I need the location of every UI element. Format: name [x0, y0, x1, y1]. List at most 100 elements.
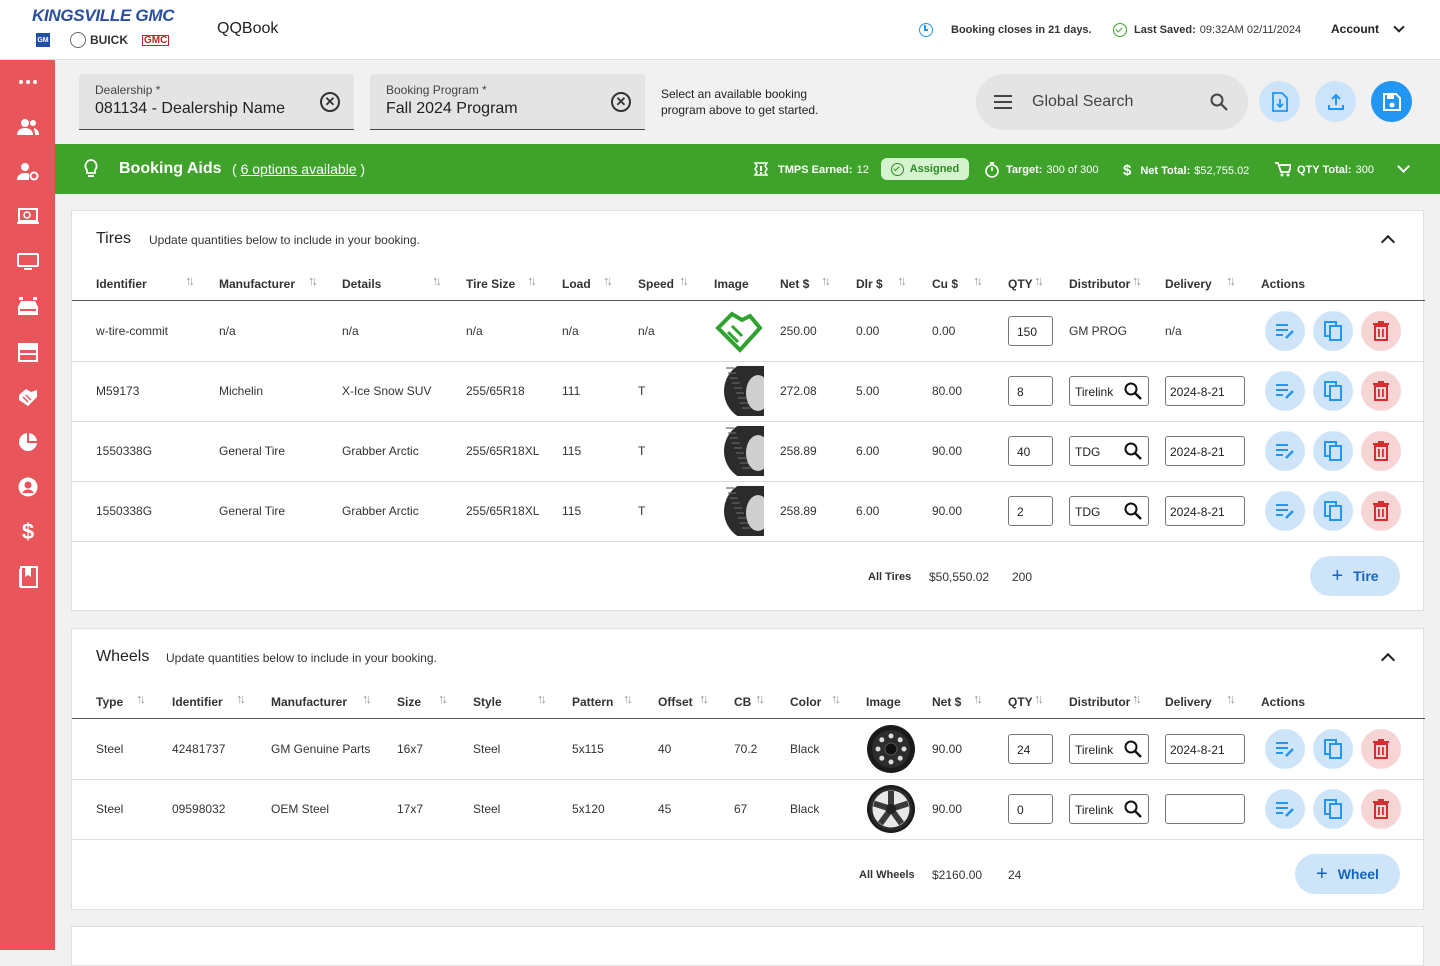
distributor-field[interactable]: Tirelink [1069, 376, 1149, 406]
clear-dealership-icon[interactable]: ✕ [320, 92, 340, 112]
users-icon[interactable] [17, 116, 39, 138]
dealership-select[interactable]: Dealership * 081134 - Dealership Name ✕ [79, 74, 354, 130]
sort-icon[interactable]: ↑↓ [821, 273, 831, 288]
column-header-actions[interactable]: Actions [1261, 695, 1305, 709]
collapse-wheels-icon[interactable] [1380, 652, 1396, 668]
booking-aids-options[interactable]: ( 6 options available ) [232, 161, 365, 177]
column-header-details[interactable]: Details [342, 277, 381, 291]
distributor-field[interactable]: Tirelink [1069, 794, 1149, 824]
delivery-date-input[interactable] [1165, 794, 1245, 824]
duplicate-button[interactable] [1313, 371, 1353, 411]
duplicate-button[interactable] [1313, 789, 1353, 829]
delete-button[interactable] [1361, 311, 1401, 351]
sort-icon[interactable]: ↑↓ [699, 691, 709, 706]
search-icon[interactable] [1124, 740, 1142, 761]
column-header-qty[interactable]: QTY [1008, 277, 1033, 291]
column-header-color[interactable]: Color [790, 695, 821, 709]
delete-button[interactable] [1361, 371, 1401, 411]
sort-icon[interactable]: ↑↓ [623, 691, 633, 706]
column-header-image[interactable]: Image [714, 277, 749, 291]
add-wheel-button[interactable]: + Wheel [1295, 854, 1400, 894]
sort-icon[interactable]: ↑↓ [897, 273, 907, 288]
global-search[interactable]: Global Search [976, 74, 1248, 130]
sort-icon[interactable]: ↑↓ [362, 691, 372, 706]
column-header-identifier[interactable]: Identifier [96, 277, 147, 291]
edit-button[interactable] [1265, 311, 1305, 351]
sort-icon[interactable]: ↑↓ [1034, 691, 1044, 706]
sort-icon[interactable]: ↑↓ [679, 273, 689, 288]
column-header-delivery[interactable]: Delivery [1165, 277, 1212, 291]
column-header-distributor[interactable]: Distributor [1069, 695, 1130, 709]
menu-icon[interactable] [994, 95, 1012, 109]
column-header-net[interactable]: Net $ [932, 695, 961, 709]
options-count[interactable]: 6 [241, 161, 249, 177]
delete-button[interactable] [1361, 491, 1401, 531]
sort-icon[interactable]: ↑↓ [1132, 691, 1142, 706]
column-header-manufacturer[interactable]: Manufacturer [271, 695, 347, 709]
clear-program-icon[interactable]: ✕ [611, 92, 631, 112]
qty-input[interactable]: 2 [1008, 496, 1053, 526]
account-menu[interactable]: Account [1331, 21, 1405, 36]
user-settings-icon[interactable] [17, 161, 39, 183]
delivery-date-input[interactable]: 2024-8-21 [1165, 496, 1245, 526]
column-header-dlr[interactable]: Dlr $ [856, 277, 883, 291]
store-icon[interactable] [17, 341, 39, 363]
global-search-input[interactable]: Global Search [1032, 93, 1133, 111]
qty-input[interactable]: 0 [1008, 794, 1053, 824]
column-header-identifier[interactable]: Identifier [172, 695, 223, 709]
distributor-field[interactable]: Tirelink [1069, 734, 1149, 764]
sort-icon[interactable]: ↑↓ [1226, 691, 1236, 706]
column-header-type[interactable]: Type [96, 695, 123, 709]
download-button[interactable] [1259, 81, 1300, 122]
book-icon[interactable] [17, 566, 39, 588]
qty-input[interactable]: 150 [1008, 316, 1053, 346]
column-header-qty[interactable]: QTY [1008, 695, 1033, 709]
delete-button[interactable] [1361, 729, 1401, 769]
sort-icon[interactable]: ↑↓ [537, 691, 547, 706]
sort-icon[interactable]: ↑↓ [755, 691, 765, 706]
duplicate-button[interactable] [1313, 491, 1353, 531]
search-icon[interactable] [1124, 502, 1142, 523]
column-header-offset[interactable]: Offset [658, 695, 693, 709]
screen-search-icon[interactable] [17, 206, 39, 228]
delivery-date-input[interactable]: 2024-8-21 [1165, 436, 1245, 466]
distributor-field[interactable]: TDG [1069, 436, 1149, 466]
column-header-net[interactable]: Net $ [780, 277, 809, 291]
save-button[interactable] [1371, 81, 1412, 122]
collapse-tires-icon[interactable] [1380, 234, 1396, 250]
sort-icon[interactable]: ↑↓ [1034, 273, 1044, 288]
distributor-field[interactable]: TDG [1069, 496, 1149, 526]
column-header-size[interactable]: Size [397, 695, 421, 709]
sort-icon[interactable]: ↑↓ [1226, 273, 1236, 288]
delete-button[interactable] [1361, 789, 1401, 829]
sort-icon[interactable]: ↑↓ [438, 691, 448, 706]
upload-button[interactable] [1315, 81, 1356, 122]
column-header-size[interactable]: Tire Size [466, 277, 515, 291]
column-header-load[interactable]: Load [562, 277, 591, 291]
column-header-manufacturer[interactable]: Manufacturer [219, 277, 295, 291]
search-icon[interactable] [1124, 442, 1142, 463]
sort-icon[interactable]: ↑↓ [527, 273, 537, 288]
add-tire-button[interactable]: + Tire [1310, 556, 1400, 596]
delivery-date-input[interactable]: 2024-8-21 [1165, 734, 1245, 764]
sort-icon[interactable]: ↑↓ [236, 691, 246, 706]
qty-input[interactable]: 40 [1008, 436, 1053, 466]
sort-icon[interactable]: ↑↓ [973, 273, 983, 288]
column-header-image[interactable]: Image [866, 695, 901, 709]
dealer-logo[interactable]: KINGSVILLE GMC GM BUICK GMC [32, 6, 182, 54]
options-link[interactable]: options available [252, 161, 356, 177]
car-icon[interactable] [17, 296, 39, 318]
delivery-date-input[interactable]: 2024-8-21 [1165, 376, 1245, 406]
edit-button[interactable] [1265, 431, 1305, 471]
qty-input[interactable]: 24 [1008, 734, 1053, 764]
sort-icon[interactable]: ↑↓ [185, 273, 195, 288]
handshake-icon[interactable] [17, 386, 39, 408]
monitor-icon[interactable] [17, 251, 39, 273]
pie-chart-icon[interactable] [17, 431, 39, 453]
sort-icon[interactable]: ↑↓ [831, 691, 841, 706]
delete-button[interactable] [1361, 431, 1401, 471]
sort-icon[interactable]: ↑↓ [136, 691, 146, 706]
sort-icon[interactable]: ↑↓ [973, 691, 983, 706]
edit-button[interactable] [1265, 729, 1305, 769]
booking-program-select[interactable]: Booking Program * Fall 2024 Program ✕ [370, 74, 645, 130]
